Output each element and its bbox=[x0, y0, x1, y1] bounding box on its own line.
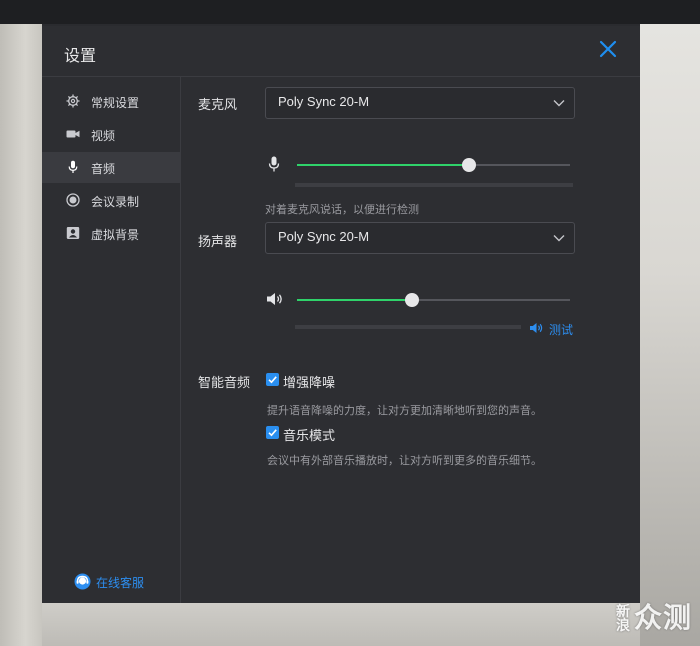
settings-dialog: 设置 常规设置 视频 音频 会议录制 虚拟背景 在线客服 麦克风 Poly Sy… bbox=[42, 26, 640, 603]
slider-fill bbox=[297, 299, 412, 301]
microphone-volume-slider[interactable] bbox=[297, 158, 570, 172]
noise-reduction-hint: 提升语音降噪的力度，让对方更加清晰地听到您的声音。 bbox=[267, 404, 542, 417]
sidebar-item-video[interactable]: 视频 bbox=[42, 119, 180, 150]
smart-audio-label: 智能音频 bbox=[198, 376, 251, 391]
sidebar-item-label: 视频 bbox=[91, 129, 116, 143]
speaker-icon bbox=[267, 293, 282, 305]
sidebar-item-virtual-background[interactable]: 虚拟背景 bbox=[42, 218, 180, 249]
microphone-label: 麦克风 bbox=[198, 98, 238, 113]
microphone-icon bbox=[268, 156, 280, 172]
dialog-title: 设置 bbox=[64, 46, 97, 65]
chevron-down-icon bbox=[553, 235, 565, 242]
dialog-header: 设置 bbox=[42, 26, 640, 77]
slider-thumb[interactable] bbox=[404, 293, 419, 307]
sidebar-item-audio[interactable]: 音频 bbox=[42, 152, 180, 183]
portrait-icon bbox=[66, 227, 80, 239]
sidebar-item-label: 会议录制 bbox=[91, 195, 140, 209]
video-icon bbox=[66, 130, 80, 138]
speaker-label: 扬声器 bbox=[198, 235, 238, 250]
online-support-label: 在线客服 bbox=[96, 576, 145, 590]
top-bar bbox=[0, 0, 700, 24]
speaker-device-value: Poly Sync 20-M bbox=[278, 229, 370, 244]
slider-fill bbox=[297, 164, 469, 166]
microphone-device-value: Poly Sync 20-M bbox=[278, 94, 370, 109]
sidebar-item-label: 音频 bbox=[91, 162, 116, 176]
gear-icon bbox=[66, 94, 80, 108]
microphone-level-meter bbox=[295, 183, 573, 187]
background-left bbox=[0, 24, 42, 646]
speaker-test-label: 测试 bbox=[549, 323, 574, 337]
background-bottom bbox=[42, 603, 640, 646]
settings-sidebar: 常规设置 视频 音频 会议录制 虚拟背景 在线客服 bbox=[42, 77, 181, 603]
sidebar-item-label: 常规设置 bbox=[91, 96, 140, 110]
music-mode-checkbox[interactable] bbox=[266, 426, 279, 439]
microphone-device-select[interactable]: Poly Sync 20-M bbox=[265, 87, 575, 119]
speaker-test-icon bbox=[530, 323, 543, 333]
checkmark-icon bbox=[268, 376, 277, 384]
speaker-device-select[interactable]: Poly Sync 20-M bbox=[265, 222, 575, 254]
record-icon bbox=[66, 193, 80, 207]
music-mode-label[interactable]: 音乐模式 bbox=[283, 425, 335, 444]
background-right bbox=[640, 24, 700, 646]
sidebar-item-general[interactable]: 常规设置 bbox=[42, 86, 180, 117]
chevron-down-icon bbox=[553, 100, 565, 107]
sidebar-item-label: 虚拟背景 bbox=[91, 228, 140, 242]
speaker-level-meter bbox=[295, 325, 521, 329]
microphone-icon bbox=[68, 160, 78, 173]
close-icon[interactable] bbox=[598, 39, 618, 61]
microphone-hint: 对着麦克风说话，以便进行检测 bbox=[265, 203, 419, 216]
slider-thumb[interactable] bbox=[461, 158, 476, 172]
noise-reduction-label[interactable]: 增强降噪 bbox=[283, 372, 335, 391]
noise-reduction-checkbox[interactable] bbox=[266, 373, 279, 386]
audio-settings-panel: 麦克风 Poly Sync 20-M 对着麦克风说话，以便进行检测 扬声器 Po… bbox=[181, 77, 640, 603]
speaker-volume-slider[interactable] bbox=[297, 293, 570, 307]
checkmark-icon bbox=[268, 429, 277, 437]
support-agent-icon bbox=[74, 573, 91, 590]
music-mode-hint: 会议中有外部音乐播放时，让对方听到更多的音乐细节。 bbox=[267, 454, 542, 467]
sidebar-item-recording[interactable]: 会议录制 bbox=[42, 185, 180, 216]
watermark-logo: 新浪众测 bbox=[615, 601, 692, 634]
